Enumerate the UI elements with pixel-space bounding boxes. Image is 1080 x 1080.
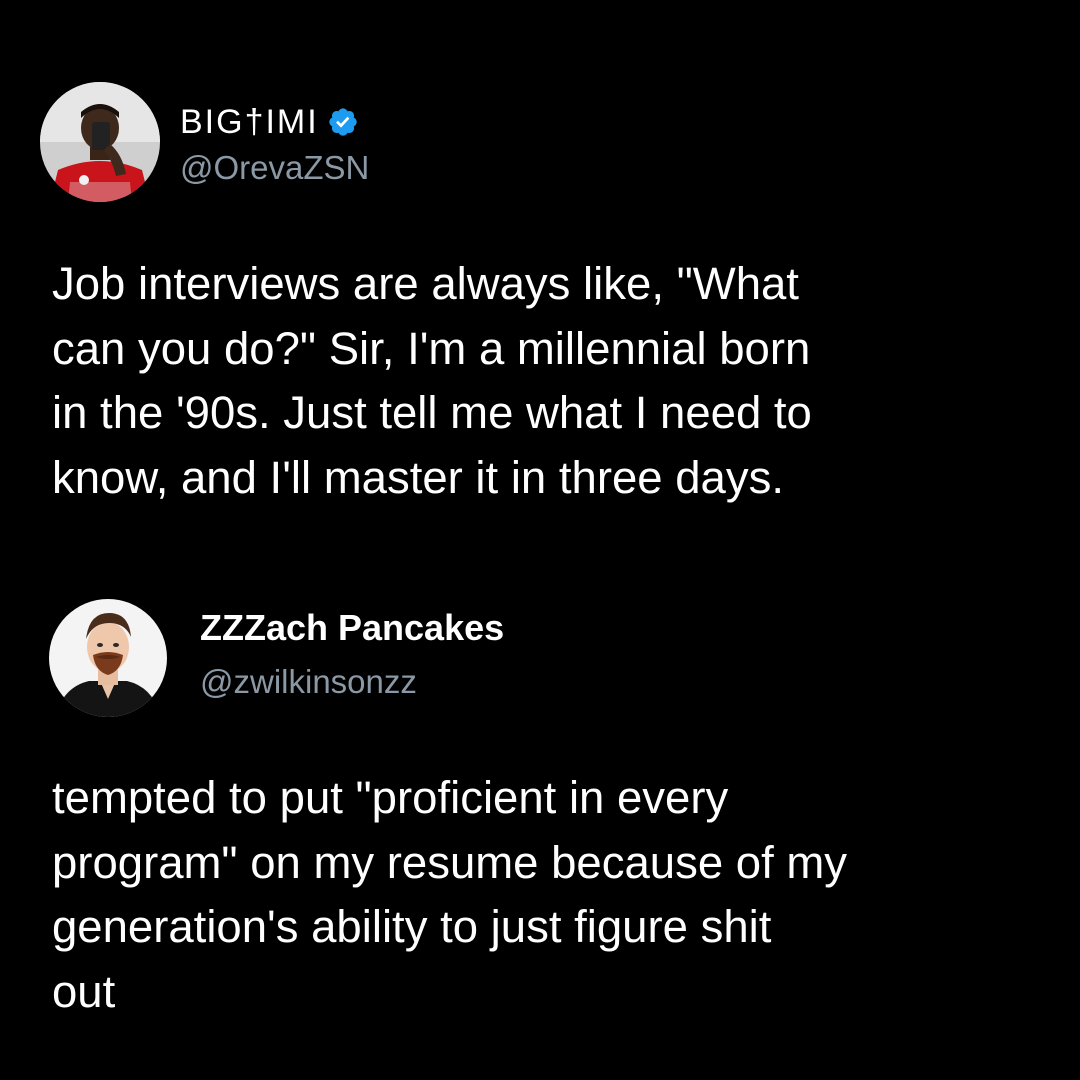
display-name-text: ZZZach Pancakes [200,607,505,648]
user-handle[interactable]: @zwilkinsonzz [200,660,504,704]
tweet-1-header: BIG†IMI @OrevaZSN [180,100,369,190]
user-avatar-orevazsn[interactable] [40,82,160,202]
user-handle[interactable]: @OrevaZSN [180,146,369,190]
tweet-2-header: ZZZach Pancakes @zwilkinsonzz [200,606,504,704]
display-name-text: BIG†IMI [180,103,319,141]
display-name[interactable]: ZZZach Pancakes [200,606,504,650]
selfie-avatar-icon [40,82,160,202]
display-name[interactable]: BIG†IMI [180,100,369,144]
verified-badge-icon [329,108,357,136]
tweet-text: Job interviews are always like, "What ca… [52,258,812,503]
user-avatar-zwilkinsonzz[interactable] [49,599,167,717]
portrait-avatar-icon [49,599,167,717]
tweet-text: tempted to put "proficient in every prog… [52,772,848,1017]
